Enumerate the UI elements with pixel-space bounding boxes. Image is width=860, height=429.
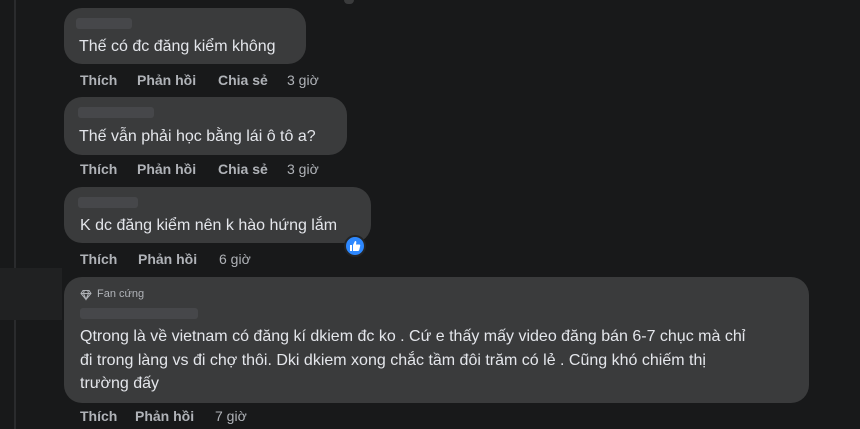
author-name-redacted[interactable]	[80, 308, 198, 319]
author-name-redacted[interactable]	[76, 18, 132, 29]
badge-label: Fan cứng	[97, 288, 145, 300]
comment-actions: Thích Phản hồi 7 giờ	[80, 408, 360, 426]
comment-text-line: Qtrong là về vietnam có đăng kí dkiem đc…	[80, 328, 746, 345]
share-button[interactable]: Chia sẻ	[218, 72, 268, 88]
timestamp[interactable]: 6 giờ	[219, 251, 251, 267]
comment-text-line: đi trong làng vs đi chợ thôi. Dki dkiem …	[80, 352, 706, 369]
reply-button[interactable]: Phản hồi	[138, 251, 197, 267]
avatar-placeholder	[0, 268, 62, 320]
like-button[interactable]: Thích	[80, 408, 117, 424]
timestamp[interactable]: 3 giờ	[287, 161, 319, 177]
comment-bubble: K dc đăng kiểm nên k hào hứng lắm	[64, 187, 371, 243]
reply-button[interactable]: Phản hồi	[137, 72, 196, 88]
like-button[interactable]: Thích	[80, 161, 117, 177]
comment-text-line: trường đấy	[80, 375, 160, 392]
comment-text: Thế vẫn phải học bằng lái ô tô a?	[79, 128, 316, 145]
timestamp[interactable]: 7 giờ	[215, 408, 247, 424]
share-button[interactable]: Chia sẻ	[218, 161, 268, 177]
comment-actions: Thích Phản hồi Chia sẻ 3 giờ	[80, 72, 360, 90]
comment-bubble: Thế vẫn phải học bằng lái ô tô a?	[64, 97, 347, 155]
timestamp[interactable]: 3 giờ	[287, 72, 319, 88]
top-indicator	[344, 0, 354, 4]
thread-line	[14, 0, 16, 429]
comment-bubble: Thế có đc đăng kiểm không	[64, 8, 306, 64]
diamond-icon	[80, 290, 92, 301]
author-name-redacted[interactable]	[78, 107, 154, 118]
reply-button[interactable]: Phản hồi	[135, 408, 194, 424]
like-button[interactable]: Thích	[80, 251, 117, 267]
like-button[interactable]: Thích	[80, 72, 117, 88]
comment-actions: Thích Phản hồi 6 giờ	[80, 251, 360, 269]
comment-text: Thế có đc đăng kiểm không	[79, 38, 276, 55]
reply-button[interactable]: Phản hồi	[137, 161, 196, 177]
comment-actions: Thích Phản hồi Chia sẻ 3 giờ	[80, 161, 360, 179]
comment-text: K dc đăng kiểm nên k hào hứng lắm	[80, 217, 338, 234]
author-name-redacted[interactable]	[78, 197, 138, 208]
